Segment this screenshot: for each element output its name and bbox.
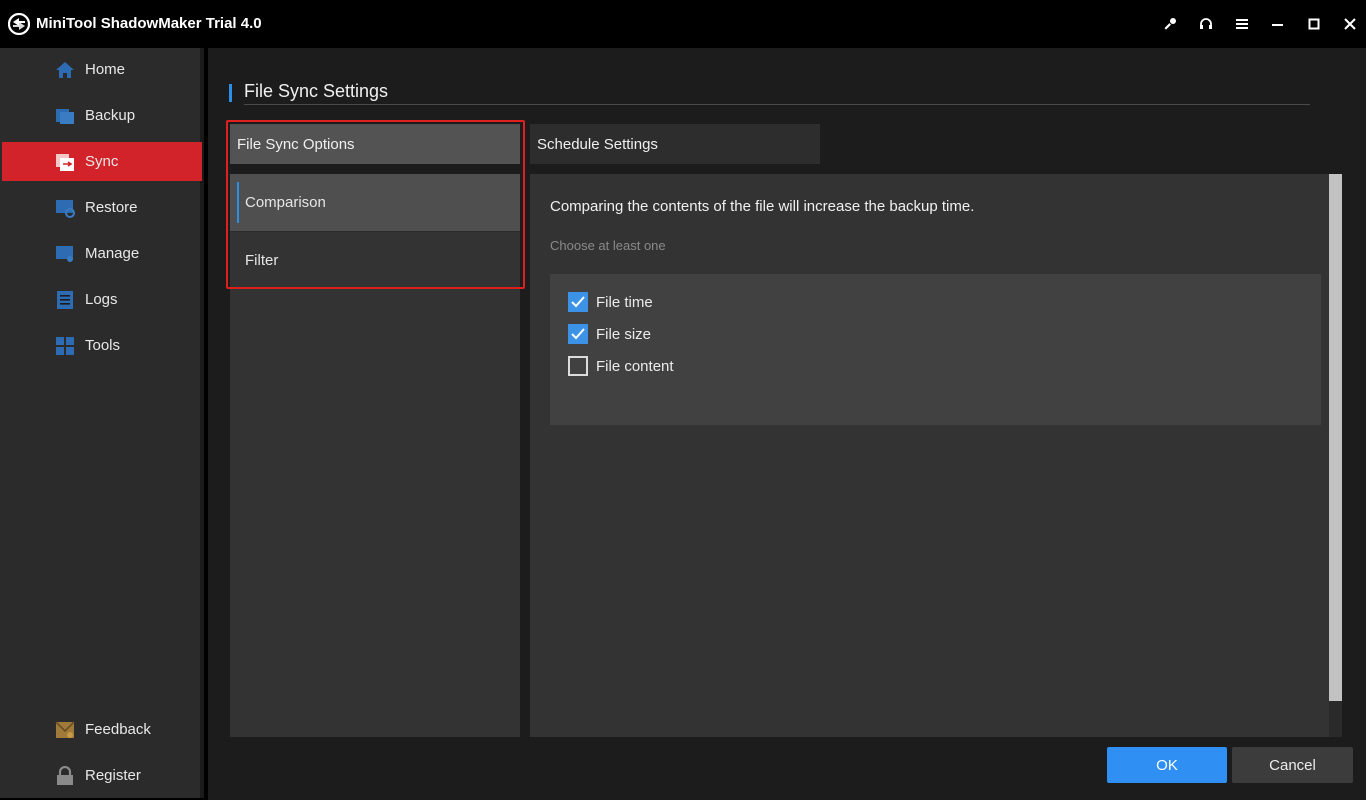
menu-icon[interactable] [1232, 14, 1252, 34]
manage-icon [56, 245, 73, 262]
lock-icon [57, 765, 73, 785]
comparison-panel: Comparing the contents of the file will … [530, 174, 1329, 737]
sidebar-item-label: Feedback [85, 721, 151, 738]
sidebar-item-label: Logs [85, 291, 118, 308]
sidebar-item-label: Sync [85, 153, 119, 170]
option-file-content[interactable]: File content [568, 356, 674, 376]
file-content-label: File content [596, 357, 674, 375]
comparison-hint: Choose at least one [550, 238, 666, 253]
sidebar-item-label: Home [85, 61, 126, 78]
sidebar: Home Backup Sync Restore Manage Logs Too… [0, 48, 204, 798]
sidebar-item-label: Backup [85, 107, 136, 124]
sidebar-item-label: Manage [85, 245, 140, 262]
file-size-checkbox[interactable] [568, 324, 588, 344]
tab-schedule-settings[interactable]: Schedule Settings [530, 124, 820, 164]
sidebar-item-home[interactable]: Home [2, 50, 202, 89]
comparison-options: File time File size File content [550, 274, 1321, 425]
sidebar-item-restore[interactable]: Restore [2, 188, 202, 227]
key-icon[interactable] [1160, 14, 1180, 34]
sidebar-item-label: Register [85, 767, 141, 784]
check-icon [571, 328, 585, 340]
sub-item-label: Filter [245, 252, 279, 269]
sidebar-item-logs[interactable]: Logs [2, 280, 202, 319]
file-time-checkbox[interactable] [568, 292, 588, 312]
app-title: MiniTool ShadowMaker Trial 4.0 [36, 15, 262, 32]
file-size-label: File size [596, 325, 652, 343]
scrollbar-thumb[interactable] [1329, 174, 1342, 701]
sidebar-item-tools[interactable]: Tools [2, 326, 202, 365]
sub-item-comparison[interactable]: Comparison [230, 174, 520, 231]
check-icon [571, 296, 585, 308]
home-icon [56, 61, 74, 78]
title-divider [244, 104, 1310, 105]
sidebar-item-feedback[interactable]: Feedback [2, 710, 202, 749]
tools-icon [56, 336, 74, 355]
comparison-description: Comparing the contents of the file will … [550, 198, 975, 215]
backup-icon [56, 108, 74, 124]
sub-item-label: Comparison [245, 194, 326, 211]
option-file-size[interactable]: File size [568, 324, 651, 344]
close-icon[interactable] [1340, 14, 1360, 34]
sync-icon [56, 153, 74, 171]
maximize-icon[interactable] [1304, 14, 1324, 34]
sidebar-item-label: Tools [85, 337, 121, 354]
sidebar-item-register[interactable]: Register [2, 756, 202, 795]
minimize-icon[interactable] [1268, 14, 1288, 34]
sidebar-item-manage[interactable]: Manage [2, 234, 202, 273]
app-logo-icon [8, 13, 30, 35]
active-marker [237, 182, 239, 223]
sidebar-item-backup[interactable]: Backup [2, 96, 202, 135]
tab-file-sync-options[interactable]: File Sync Options [230, 124, 520, 164]
feedback-icon [55, 720, 75, 738]
file-time-label: File time [596, 293, 653, 311]
sidebar-item-label: Restore [85, 199, 138, 216]
restore-icon [56, 199, 75, 218]
file-content-checkbox[interactable] [568, 356, 588, 376]
scrollbar[interactable] [1329, 174, 1342, 737]
ok-button[interactable]: OK [1107, 747, 1227, 783]
logs-icon [57, 290, 73, 309]
sub-item-filter[interactable]: Filter [230, 232, 520, 289]
cancel-button[interactable]: Cancel [1232, 747, 1353, 783]
sidebar-item-sync[interactable]: Sync [2, 142, 202, 181]
main-content: File Sync Settings File Sync Options Sch… [208, 48, 1366, 800]
options-nav-panel: Comparison Filter [230, 174, 520, 737]
page-title: File Sync Settings [244, 81, 389, 101]
option-file-time[interactable]: File time [568, 292, 653, 312]
page-title-accent [229, 84, 232, 102]
headset-icon[interactable] [1196, 14, 1216, 34]
title-bar: MiniTool ShadowMaker Trial 4.0 [0, 0, 1366, 48]
